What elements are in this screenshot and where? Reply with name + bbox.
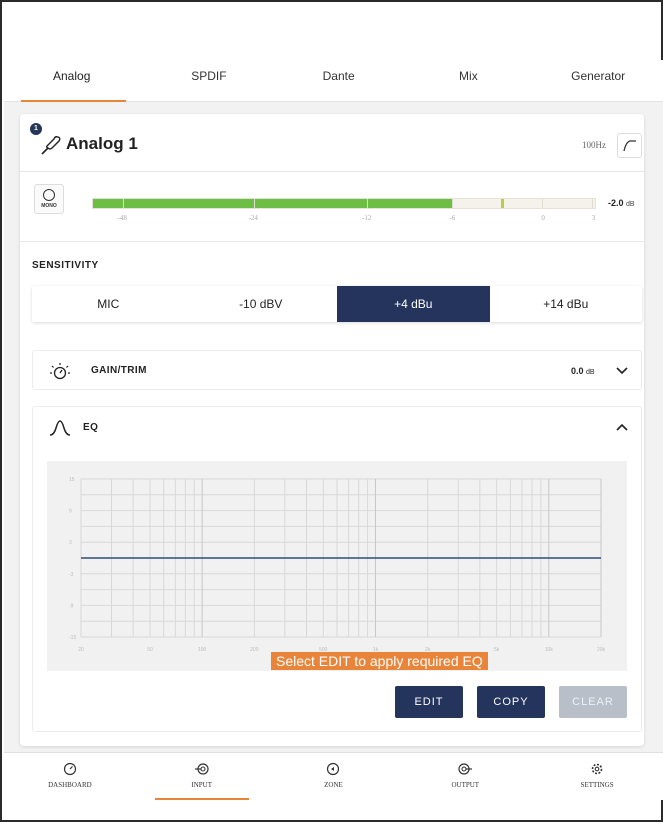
eq-y-tick-label: 15 <box>69 477 75 483</box>
eq-curve-icon <box>49 420 71 436</box>
eq-clear-button: CLEAR <box>559 686 627 718</box>
dial-icon <box>50 363 70 380</box>
tab-dante[interactable]: Dante <box>274 60 404 101</box>
eq-title: EQ <box>83 422 99 433</box>
gain-value: 0.0 dB <box>571 366 595 376</box>
bottom-navigation: DASHBOARD INPUT ZONE OUTPUT SETTINGS <box>4 752 663 800</box>
level-unit: dB <box>626 201 635 208</box>
app-frame: Analog SPDIF Dante Mix Generator 1 Analo… <box>0 0 663 822</box>
zone-icon <box>327 762 340 776</box>
meter-gridline <box>123 199 125 208</box>
eq-x-tick-label: 10k <box>545 647 554 653</box>
tab-generator[interactable]: Generator <box>533 60 663 101</box>
eq-x-tick-label: 20 <box>78 647 84 653</box>
nav-output-label: OUTPUT <box>451 781 480 789</box>
level-readout: -2.0 dB <box>608 198 635 208</box>
nav-settings-label: SETTINGS <box>580 781 614 789</box>
eq-x-tick-label: 50 <box>147 647 153 653</box>
settings-icon <box>591 763 603 775</box>
meter-tick-label: 0 <box>541 214 545 222</box>
gain-trim-section[interactable]: GAIN/TRIM 0.0 dB <box>32 350 642 390</box>
gain-number: 0.0 <box>571 366 584 376</box>
chevron-up-icon[interactable] <box>615 421 629 435</box>
eq-copy-button[interactable]: COPY <box>477 686 545 718</box>
eq-x-tick-label: 5k <box>494 647 500 653</box>
eq-y-tick-label: 9 <box>69 509 72 515</box>
eq-section: EQ 15 9 3 -3 -9 -15 20 50 100 200 500 1k 2k 5k 10k 20k … <box>32 406 642 732</box>
eq-edit-hint: Select EDIT to apply required EQ <box>271 652 488 670</box>
mono-button[interactable]: MONO <box>34 184 64 214</box>
level-meter-row: MONO -48 -24 -12 -6 0 3 -2.0 dB <box>20 172 644 242</box>
nav-zone-label: ZONE <box>324 781 343 789</box>
meter-gridline <box>592 199 594 208</box>
sensitivity-plus14dbu[interactable]: +14 dBu <box>490 286 643 322</box>
eq-edit-button[interactable]: EDIT <box>395 686 463 718</box>
main-content: 1 Analog 1 100Hz MONO -48 -24 -12 -6 0 3… <box>4 102 663 752</box>
meter-tick-label: -12 <box>362 214 372 222</box>
meter-tick-label: -24 <box>248 214 258 222</box>
eq-y-tick-label: 3 <box>69 540 72 546</box>
nav-dashboard-label: DASHBOARD <box>48 781 92 789</box>
level-value: -2.0 <box>608 198 624 208</box>
channel-card: 1 Analog 1 100Hz MONO -48 -24 -12 -6 0 3… <box>20 114 644 746</box>
eq-graph: 15 9 3 -3 -9 -15 20 50 100 200 500 1k 2k 5k 10k 20k Sel… <box>47 461 627 671</box>
nav-dashboard[interactable]: DASHBOARD <box>4 753 136 800</box>
gain-unit: dB <box>586 369 595 376</box>
sensitivity-selector: MIC -10 dBV +4 dBu +14 dBu <box>32 286 642 322</box>
tab-mix[interactable]: Mix <box>404 60 534 101</box>
highpass-filter-icon <box>623 140 636 152</box>
mono-circle-icon <box>43 189 55 201</box>
eq-y-tick-label: -9 <box>69 603 74 609</box>
sensitivity-minus10dbv[interactable]: -10 dBV <box>185 286 338 322</box>
nav-zone[interactable]: ZONE <box>268 753 400 800</box>
eq-x-tick-label: 200 <box>250 647 259 653</box>
eq-y-tick-label: -15 <box>69 635 76 641</box>
tab-spdif[interactable]: SPDIF <box>144 60 274 101</box>
input-type-tabs: Analog SPDIF Dante Mix Generator <box>4 60 663 102</box>
tab-analog[interactable]: Analog <box>4 60 144 102</box>
meter-gridline <box>253 199 255 208</box>
nav-input-label: INPUT <box>191 781 212 789</box>
meter-tick-label: 3 <box>591 214 596 222</box>
gain-trim-title: GAIN/TRIM <box>91 365 147 376</box>
sensitivity-label: SENSITIVITY <box>32 260 99 271</box>
nav-output[interactable]: OUTPUT <box>399 753 531 800</box>
eq-x-tick-label: 100 <box>198 647 207 653</box>
input-icon <box>194 763 209 775</box>
meter-tick-label: -6 <box>449 214 456 222</box>
output-icon <box>458 763 473 775</box>
eq-y-tick-label: -3 <box>69 572 74 578</box>
meter-tick-label: -48 <box>117 214 127 222</box>
chevron-down-icon[interactable] <box>615 363 629 377</box>
eq-x-tick-label: 20k <box>597 647 606 653</box>
sensitivity-plus4dbu[interactable]: +4 dBu <box>337 286 490 322</box>
eq-plot: 1593-3-9-1520 50 100 200 500 1k 2k 5k 10k 20k <box>69 477 606 653</box>
meter-peak-indicator <box>500 199 504 208</box>
meter-gridline <box>451 199 453 208</box>
dashboard-icon <box>63 762 76 776</box>
meter-fill <box>93 199 453 208</box>
level-meter <box>92 198 596 209</box>
microphone-icon <box>41 136 61 155</box>
channel-header: 1 Analog 1 100Hz <box>20 114 644 172</box>
mono-label: MONO <box>41 203 57 209</box>
channel-title: Analog 1 <box>66 134 138 153</box>
meter-gridline <box>542 199 544 208</box>
nav-settings[interactable]: SETTINGS <box>531 753 663 800</box>
nav-input[interactable]: INPUT <box>136 753 268 800</box>
meter-gridline <box>366 199 368 208</box>
hpf-toggle-button[interactable] <box>617 133 642 158</box>
sensitivity-mic[interactable]: MIC <box>32 286 185 322</box>
hpf-frequency: 100Hz <box>582 140 606 150</box>
